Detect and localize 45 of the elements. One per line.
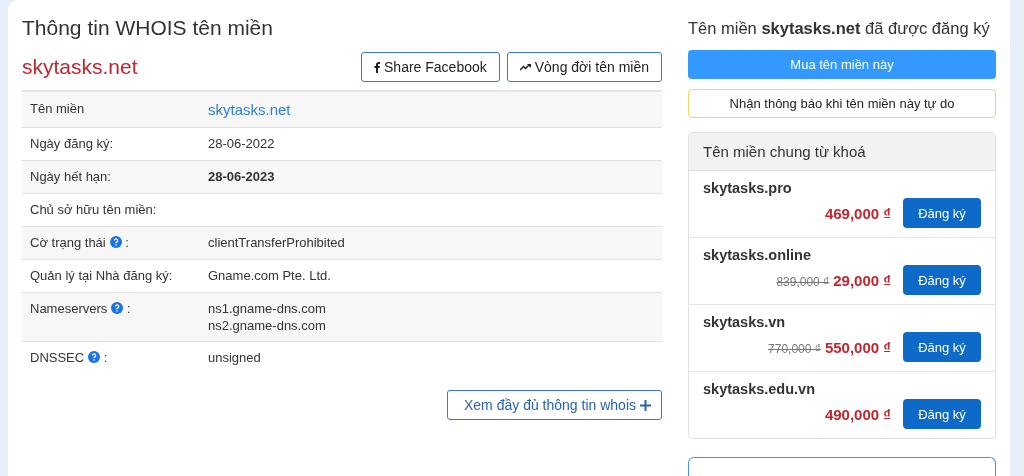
field-label: Ngày hết hạn: [29, 169, 112, 184]
field-value: ns2.gname-dns.com [208, 318, 326, 333]
panel-title: Tên miền chung từ khoá [689, 133, 995, 171]
field-value: 28-06-2023 [208, 169, 275, 184]
domain-name: skytasks.vn [703, 314, 787, 330]
view-full-whois-button[interactable]: Xem đầy đủ thông tin whois [447, 390, 662, 420]
status-heading: Tên miền skytasks.net đã được đăng ký [688, 19, 991, 38]
domain-name: skytasks.pro [703, 180, 793, 196]
help-icon[interactable] [111, 302, 124, 314]
field-label: Quản lý tại Nhà đăng ký: [29, 268, 174, 283]
old-price: 839,000 ₫ [776, 274, 830, 289]
share-button[interactable]: Share Facebook [361, 52, 500, 82]
field-label: Ngày đăng ký: [29, 136, 115, 151]
price: 469,000 ₫ [824, 204, 891, 222]
field-label: DNSSEC : [29, 350, 109, 365]
field-value: ns1.gname-dns.com [208, 301, 326, 316]
field-value: unsigned [208, 350, 261, 365]
lifecycle-button[interactable]: Vòng đời tên miền [506, 52, 662, 82]
field-value: 28-06-2022 [208, 136, 275, 151]
field-label: Cờ trạng thái : [29, 235, 130, 250]
domain-name: skytasks.net [22, 55, 138, 79]
facebook-icon [374, 61, 380, 73]
price: 550,000 ₫ [824, 338, 891, 356]
notify-button[interactable]: Nhận thông báo khi tên miền này tự do [688, 89, 996, 118]
plus-icon [640, 399, 651, 411]
register-button[interactable]: Đăng ký [903, 198, 981, 228]
field-value: clientTransferProhibited [208, 235, 345, 250]
field-label: Chủ sở hữu tên miền: [29, 202, 158, 217]
trend-icon [519, 63, 531, 71]
help-icon[interactable] [88, 351, 101, 363]
domain-name: skytasks.online [703, 247, 812, 263]
help-icon[interactable] [109, 236, 122, 248]
register-button[interactable]: Đăng ký [903, 332, 981, 362]
price: 490,000 ₫ [824, 405, 891, 423]
price: 29,000 ₫ [833, 271, 891, 289]
register-button[interactable]: Đăng ký [903, 399, 981, 429]
buy-domain-button[interactable]: Mua tên miền này [688, 50, 996, 79]
domain-link[interactable]: skytasks.net [208, 101, 291, 118]
old-price: 770,000 ₫ [768, 341, 821, 356]
domain-name: skytasks.edu.vn [703, 381, 817, 397]
field-value: Gname.com Pte. Ltd. [208, 268, 331, 283]
page-title: Thông tin WHOIS tên miền [22, 16, 274, 40]
field-label: Nameservers : [29, 301, 132, 316]
register-button[interactable]: Đăng ký [903, 265, 981, 295]
field-label: Tên miền [29, 101, 86, 116]
